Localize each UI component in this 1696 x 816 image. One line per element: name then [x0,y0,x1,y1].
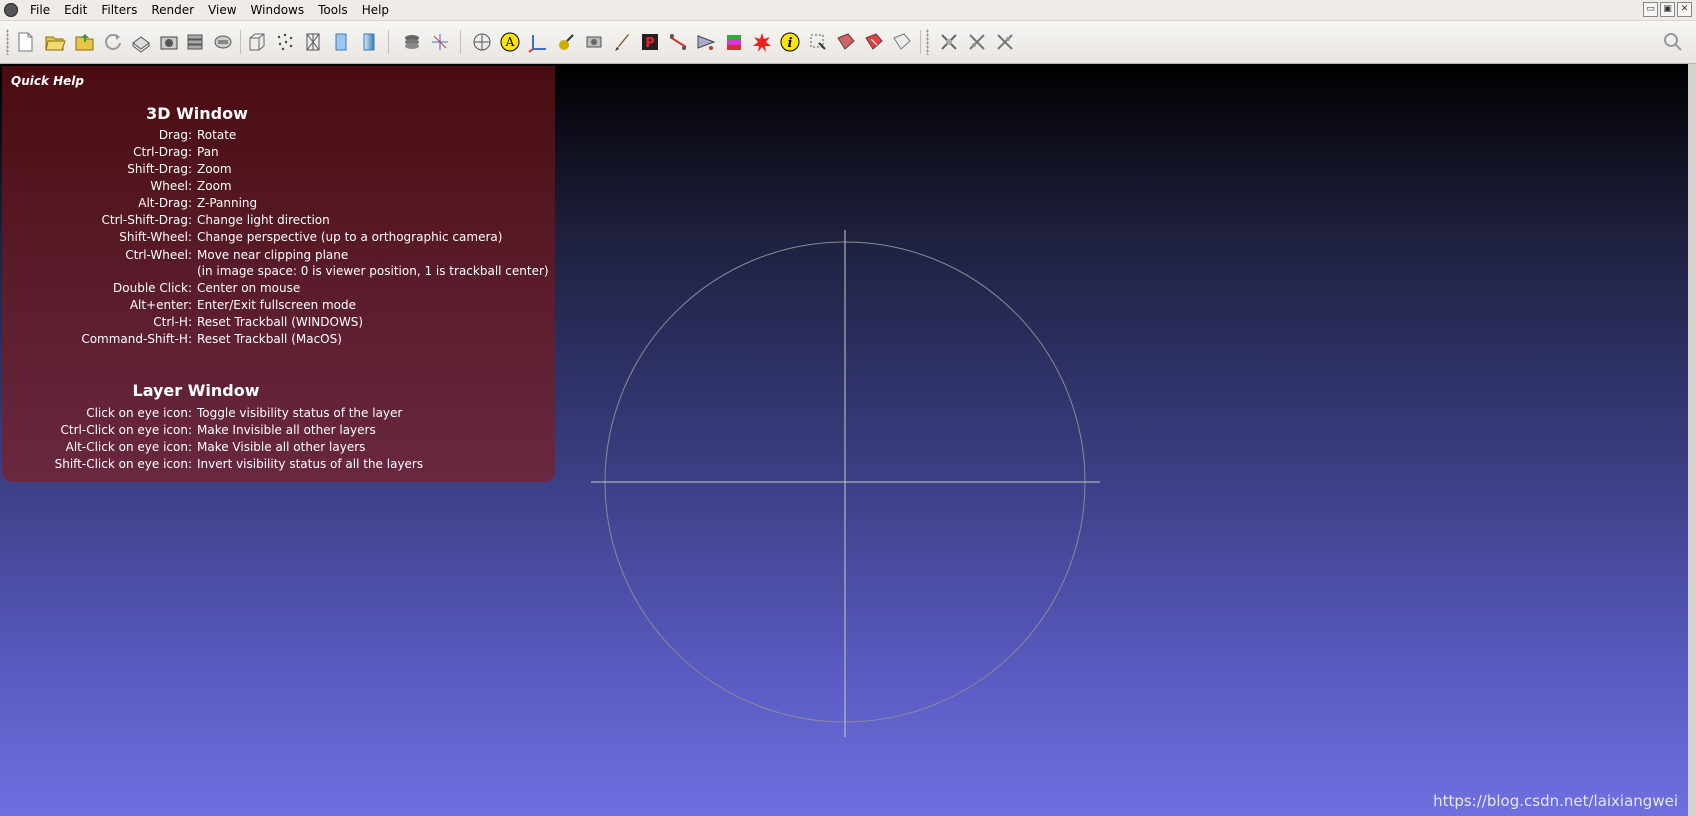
edit-tool-2-icon[interactable] [964,29,990,55]
restore-icon[interactable]: ▣ [1660,2,1675,17]
menu-render[interactable]: Render [145,3,202,17]
layers-icon[interactable] [182,29,208,55]
paint-icon[interactable] [553,29,579,55]
points-icon[interactable] [272,29,298,55]
help-row: Alt-Drag: Z-Panning [138,196,258,210]
menu-view[interactable]: View [202,3,244,17]
wireframe-icon[interactable] [300,29,326,55]
window-controls: ▭ ▣ ✕ [1643,2,1692,17]
axis-icon[interactable] [427,29,453,55]
svg-text:i: i [788,36,793,51]
flat-shading-icon[interactable] [328,29,354,55]
help-row: Ctrl-Drag: Pan [133,145,219,159]
select-none-icon[interactable] [889,29,915,55]
help-row: Wheel: Zoom [150,179,232,193]
close-icon[interactable]: ✕ [1677,2,1692,17]
toolbar-separator [460,30,461,54]
help-row: Ctrl-H: Reset Trackball (WINDOWS) [153,315,364,329]
edit-tool-1-icon[interactable] [936,29,962,55]
help-row: Command-Shift-H: Reset Trackball (MacOS) [81,332,342,346]
window-edge [1688,64,1696,816]
measure-icon[interactable] [665,29,691,55]
georef-icon[interactable] [749,29,775,55]
help-row: (in image space: 0 is viewer position, 1… [197,264,549,278]
help-row: Ctrl-Wheel: Move near clipping plane [125,248,349,262]
open-project-icon[interactable] [42,29,68,55]
edit-tool-3-icon[interactable] [992,29,1018,55]
help-row: Alt-Click on eye icon: Make Visible all o… [65,440,366,454]
save-snapshot-icon[interactable] [210,29,236,55]
layer-dialog-icon[interactable] [399,29,425,55]
brush-icon[interactable] [609,29,635,55]
snapshot-icon[interactable] [156,29,182,55]
search-icon[interactable] [1660,29,1686,55]
section-heading-layer-window: Layer Window [132,381,260,400]
toolbar-grip[interactable] [6,29,9,55]
toolbar-separator [240,30,241,54]
app-logo-icon [4,3,18,17]
select-vertices-icon[interactable] [805,29,831,55]
new-project-icon[interactable] [12,29,38,55]
svg-text:P: P [645,36,655,51]
menu-tools[interactable]: Tools [312,3,356,17]
color-icon[interactable] [721,29,747,55]
export-mesh-icon[interactable] [128,29,154,55]
align-icon[interactable] [581,29,607,55]
info-icon[interactable]: i [777,29,803,55]
select-faces-icon[interactable] [693,29,719,55]
reload-icon[interactable] [100,29,126,55]
quick-help-panel: Quick Help 3D Window Drag: Rotate Ctrl-Dr… [2,66,555,482]
annotation-icon[interactable]: A [497,29,523,55]
toolbar-grip[interactable] [926,29,929,55]
watermark: https://blog.csdn.net/laixiangwei [1433,792,1678,810]
menu-help[interactable]: Help [356,3,397,17]
help-row: Drag: Rotate [158,128,237,142]
help-row: Shift-Click on eye icon: Invert visibilit… [54,457,424,471]
menu-file[interactable]: File [24,3,58,17]
toolbar-separator [920,30,921,54]
smooth-shading-icon[interactable] [356,29,382,55]
menu-bar: File Edit Filters Render View Windows To… [0,0,1696,21]
quick-help-title: Quick Help [11,74,85,88]
menu-filters[interactable]: Filters [95,3,145,17]
help-row: Alt+enter: Enter/Exit fullscreen mode [129,298,357,312]
bbox-icon[interactable] [244,29,270,55]
trackball-icon[interactable] [469,29,495,55]
draw-axis-icon[interactable] [525,29,551,55]
menu-windows[interactable]: Windows [245,3,313,17]
menu-edit[interactable]: Edit [58,3,95,17]
toolbar-separator [388,30,389,54]
svg-text:A: A [505,35,515,49]
pickpoints-icon[interactable]: P [637,29,663,55]
help-row: Click on eye icon: Toggle visibility stat… [86,406,403,420]
select-connected-icon[interactable] [861,29,887,55]
minimize-icon[interactable]: ▭ [1643,2,1658,17]
main-toolbar: A P i [0,21,1696,64]
help-row: Shift-Wheel: Change perspective (up to a … [119,230,503,244]
help-row: Ctrl-Click on eye icon: Make Invisible al… [60,423,376,437]
section-heading-3d-window: 3D Window [146,104,248,123]
select-region-icon[interactable] [833,29,859,55]
trackball-gizmo[interactable] [580,220,1110,740]
import-mesh-icon[interactable] [72,29,98,55]
help-row: Ctrl-Shift-Drag: Change light direction [101,213,330,227]
help-row: Double Click: Center on mouse [113,281,301,295]
help-row: Shift-Drag: Zoom [127,162,232,176]
